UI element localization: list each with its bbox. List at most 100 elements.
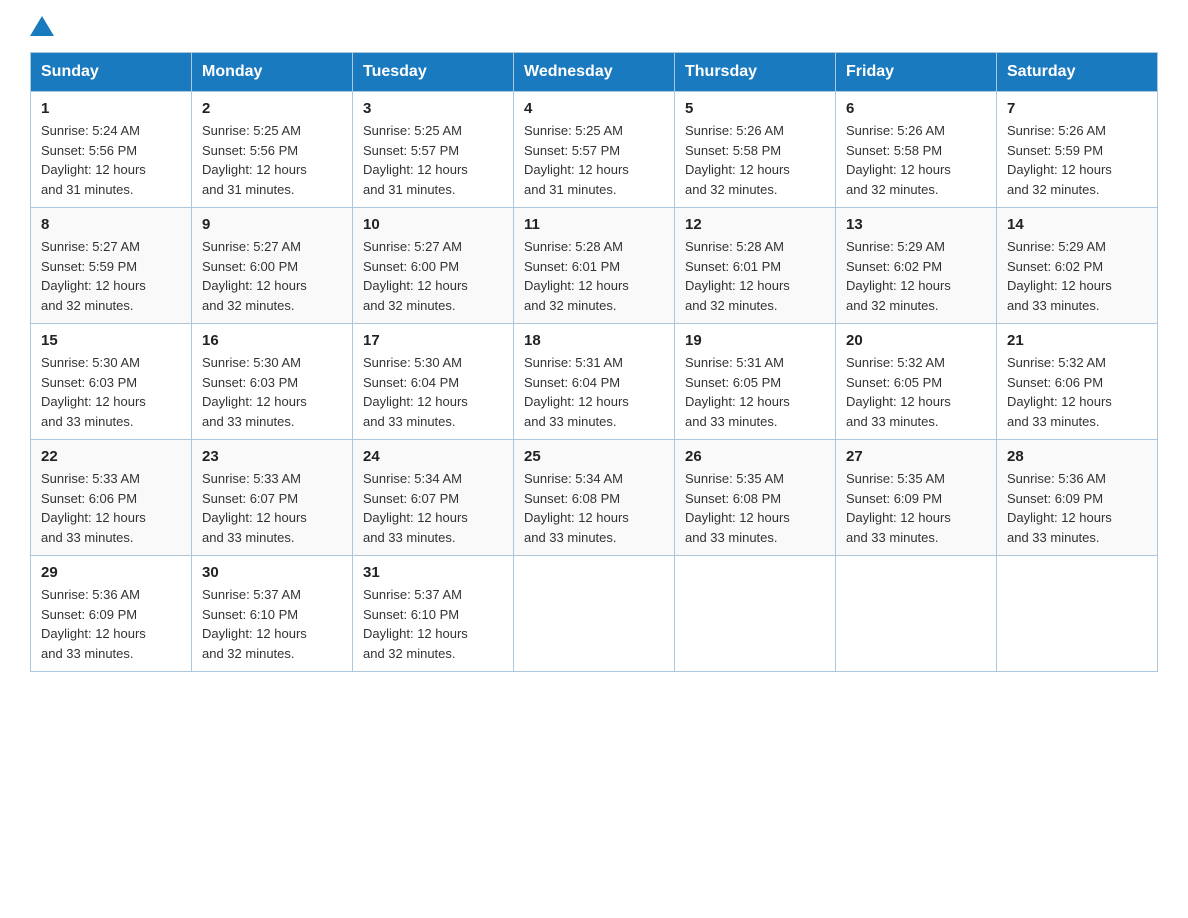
day-info: Sunrise: 5:31 AMSunset: 6:05 PMDaylight:… xyxy=(685,355,790,429)
logo xyxy=(30,20,54,32)
calendar-week-row: 22 Sunrise: 5:33 AMSunset: 6:06 PMDaylig… xyxy=(31,440,1158,556)
day-number: 25 xyxy=(524,448,664,465)
calendar-cell xyxy=(514,556,675,672)
day-number: 1 xyxy=(41,100,181,117)
day-info: Sunrise: 5:34 AMSunset: 6:08 PMDaylight:… xyxy=(524,471,629,545)
calendar-cell: 29 Sunrise: 5:36 AMSunset: 6:09 PMDaylig… xyxy=(31,556,192,672)
day-number: 2 xyxy=(202,100,342,117)
day-number: 3 xyxy=(363,100,503,117)
day-info: Sunrise: 5:37 AMSunset: 6:10 PMDaylight:… xyxy=(202,587,307,661)
calendar-cell: 8 Sunrise: 5:27 AMSunset: 5:59 PMDayligh… xyxy=(31,208,192,324)
calendar-cell xyxy=(997,556,1158,672)
day-info: Sunrise: 5:27 AMSunset: 5:59 PMDaylight:… xyxy=(41,239,146,313)
day-info: Sunrise: 5:27 AMSunset: 6:00 PMDaylight:… xyxy=(363,239,468,313)
day-number: 20 xyxy=(846,332,986,349)
calendar-cell: 30 Sunrise: 5:37 AMSunset: 6:10 PMDaylig… xyxy=(192,556,353,672)
day-info: Sunrise: 5:36 AMSunset: 6:09 PMDaylight:… xyxy=(1007,471,1112,545)
calendar-cell: 31 Sunrise: 5:37 AMSunset: 6:10 PMDaylig… xyxy=(353,556,514,672)
calendar-cell: 13 Sunrise: 5:29 AMSunset: 6:02 PMDaylig… xyxy=(836,208,997,324)
day-number: 14 xyxy=(1007,216,1147,233)
day-number: 18 xyxy=(524,332,664,349)
calendar-cell: 25 Sunrise: 5:34 AMSunset: 6:08 PMDaylig… xyxy=(514,440,675,556)
day-header-tuesday: Tuesday xyxy=(353,53,514,92)
day-number: 11 xyxy=(524,216,664,233)
day-number: 23 xyxy=(202,448,342,465)
calendar-cell: 12 Sunrise: 5:28 AMSunset: 6:01 PMDaylig… xyxy=(675,208,836,324)
calendar-cell: 27 Sunrise: 5:35 AMSunset: 6:09 PMDaylig… xyxy=(836,440,997,556)
day-number: 8 xyxy=(41,216,181,233)
day-number: 12 xyxy=(685,216,825,233)
calendar-header-row: SundayMondayTuesdayWednesdayThursdayFrid… xyxy=(31,53,1158,92)
calendar-cell: 16 Sunrise: 5:30 AMSunset: 6:03 PMDaylig… xyxy=(192,324,353,440)
day-info: Sunrise: 5:29 AMSunset: 6:02 PMDaylight:… xyxy=(846,239,951,313)
day-info: Sunrise: 5:29 AMSunset: 6:02 PMDaylight:… xyxy=(1007,239,1112,313)
day-number: 6 xyxy=(846,100,986,117)
calendar-week-row: 15 Sunrise: 5:30 AMSunset: 6:03 PMDaylig… xyxy=(31,324,1158,440)
calendar-cell: 23 Sunrise: 5:33 AMSunset: 6:07 PMDaylig… xyxy=(192,440,353,556)
day-info: Sunrise: 5:25 AMSunset: 5:57 PMDaylight:… xyxy=(524,123,629,197)
calendar-cell xyxy=(675,556,836,672)
day-header-wednesday: Wednesday xyxy=(514,53,675,92)
calendar-cell: 7 Sunrise: 5:26 AMSunset: 5:59 PMDayligh… xyxy=(997,92,1158,208)
day-info: Sunrise: 5:32 AMSunset: 6:06 PMDaylight:… xyxy=(1007,355,1112,429)
calendar-cell: 9 Sunrise: 5:27 AMSunset: 6:00 PMDayligh… xyxy=(192,208,353,324)
calendar-week-row: 1 Sunrise: 5:24 AMSunset: 5:56 PMDayligh… xyxy=(31,92,1158,208)
calendar-cell: 1 Sunrise: 5:24 AMSunset: 5:56 PMDayligh… xyxy=(31,92,192,208)
day-info: Sunrise: 5:24 AMSunset: 5:56 PMDaylight:… xyxy=(41,123,146,197)
day-number: 22 xyxy=(41,448,181,465)
day-number: 21 xyxy=(1007,332,1147,349)
day-info: Sunrise: 5:33 AMSunset: 6:07 PMDaylight:… xyxy=(202,471,307,545)
day-info: Sunrise: 5:30 AMSunset: 6:04 PMDaylight:… xyxy=(363,355,468,429)
day-number: 27 xyxy=(846,448,986,465)
calendar-cell: 14 Sunrise: 5:29 AMSunset: 6:02 PMDaylig… xyxy=(997,208,1158,324)
day-number: 9 xyxy=(202,216,342,233)
day-info: Sunrise: 5:35 AMSunset: 6:08 PMDaylight:… xyxy=(685,471,790,545)
day-info: Sunrise: 5:32 AMSunset: 6:05 PMDaylight:… xyxy=(846,355,951,429)
calendar-cell xyxy=(836,556,997,672)
calendar-cell: 26 Sunrise: 5:35 AMSunset: 6:08 PMDaylig… xyxy=(675,440,836,556)
day-info: Sunrise: 5:26 AMSunset: 5:58 PMDaylight:… xyxy=(846,123,951,197)
day-info: Sunrise: 5:25 AMSunset: 5:57 PMDaylight:… xyxy=(363,123,468,197)
calendar-cell: 20 Sunrise: 5:32 AMSunset: 6:05 PMDaylig… xyxy=(836,324,997,440)
day-info: Sunrise: 5:28 AMSunset: 6:01 PMDaylight:… xyxy=(524,239,629,313)
day-number: 28 xyxy=(1007,448,1147,465)
day-info: Sunrise: 5:26 AMSunset: 5:59 PMDaylight:… xyxy=(1007,123,1112,197)
day-number: 30 xyxy=(202,564,342,581)
day-info: Sunrise: 5:25 AMSunset: 5:56 PMDaylight:… xyxy=(202,123,307,197)
calendar-cell: 3 Sunrise: 5:25 AMSunset: 5:57 PMDayligh… xyxy=(353,92,514,208)
calendar-cell: 17 Sunrise: 5:30 AMSunset: 6:04 PMDaylig… xyxy=(353,324,514,440)
day-header-saturday: Saturday xyxy=(997,53,1158,92)
day-info: Sunrise: 5:31 AMSunset: 6:04 PMDaylight:… xyxy=(524,355,629,429)
day-info: Sunrise: 5:30 AMSunset: 6:03 PMDaylight:… xyxy=(41,355,146,429)
day-info: Sunrise: 5:34 AMSunset: 6:07 PMDaylight:… xyxy=(363,471,468,545)
day-number: 31 xyxy=(363,564,503,581)
calendar-cell: 11 Sunrise: 5:28 AMSunset: 6:01 PMDaylig… xyxy=(514,208,675,324)
day-number: 16 xyxy=(202,332,342,349)
day-info: Sunrise: 5:37 AMSunset: 6:10 PMDaylight:… xyxy=(363,587,468,661)
day-number: 4 xyxy=(524,100,664,117)
day-info: Sunrise: 5:27 AMSunset: 6:00 PMDaylight:… xyxy=(202,239,307,313)
calendar-cell: 22 Sunrise: 5:33 AMSunset: 6:06 PMDaylig… xyxy=(31,440,192,556)
calendar-week-row: 29 Sunrise: 5:36 AMSunset: 6:09 PMDaylig… xyxy=(31,556,1158,672)
calendar-cell: 5 Sunrise: 5:26 AMSunset: 5:58 PMDayligh… xyxy=(675,92,836,208)
calendar-cell: 10 Sunrise: 5:27 AMSunset: 6:00 PMDaylig… xyxy=(353,208,514,324)
day-header-sunday: Sunday xyxy=(31,53,192,92)
day-info: Sunrise: 5:28 AMSunset: 6:01 PMDaylight:… xyxy=(685,239,790,313)
logo-triangle-icon xyxy=(30,16,54,36)
day-number: 15 xyxy=(41,332,181,349)
calendar-cell: 18 Sunrise: 5:31 AMSunset: 6:04 PMDaylig… xyxy=(514,324,675,440)
day-info: Sunrise: 5:30 AMSunset: 6:03 PMDaylight:… xyxy=(202,355,307,429)
calendar-cell: 15 Sunrise: 5:30 AMSunset: 6:03 PMDaylig… xyxy=(31,324,192,440)
day-number: 13 xyxy=(846,216,986,233)
day-number: 5 xyxy=(685,100,825,117)
day-number: 7 xyxy=(1007,100,1147,117)
day-header-thursday: Thursday xyxy=(675,53,836,92)
day-number: 17 xyxy=(363,332,503,349)
day-number: 26 xyxy=(685,448,825,465)
calendar-cell: 21 Sunrise: 5:32 AMSunset: 6:06 PMDaylig… xyxy=(997,324,1158,440)
day-info: Sunrise: 5:26 AMSunset: 5:58 PMDaylight:… xyxy=(685,123,790,197)
day-header-monday: Monday xyxy=(192,53,353,92)
day-info: Sunrise: 5:33 AMSunset: 6:06 PMDaylight:… xyxy=(41,471,146,545)
calendar-cell: 19 Sunrise: 5:31 AMSunset: 6:05 PMDaylig… xyxy=(675,324,836,440)
day-number: 29 xyxy=(41,564,181,581)
